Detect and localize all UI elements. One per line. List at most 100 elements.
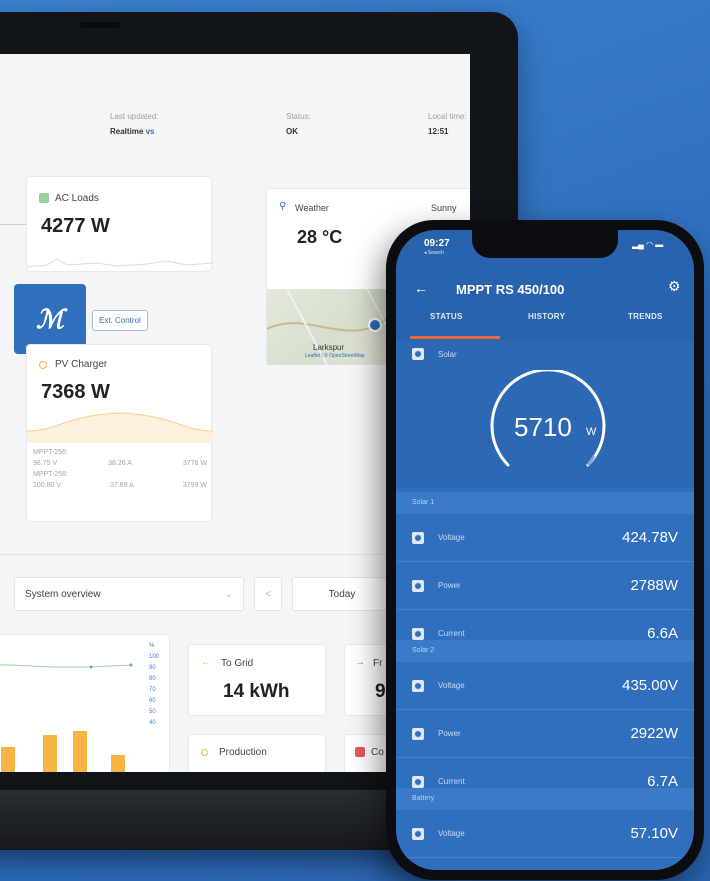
last-updated: Last updated: Realtime vs — [110, 112, 158, 136]
overview-select-value: System overview — [25, 588, 101, 600]
chart-bar — [111, 755, 125, 772]
y-tick: 60 — [149, 698, 156, 704]
settings-gear-icon[interactable]: ⚙ — [668, 278, 681, 295]
from-grid-label: Fr — [373, 658, 383, 669]
mppt-2-current: 37.69 A — [110, 482, 134, 489]
connector-line — [0, 224, 26, 225]
from-grid-value: 9 — [375, 681, 386, 702]
mppt-1-current: 38.26 A — [108, 460, 132, 467]
map-place-label: Larkspur — [313, 343, 345, 352]
date-range-value: Today — [328, 588, 356, 600]
solar-heading: Solar — [396, 340, 694, 368]
mppt-1-voltage: 98.75 V — [33, 460, 58, 467]
row-value: 2788W — [630, 577, 678, 594]
row-label: Current — [438, 777, 465, 786]
sun-icon — [39, 361, 47, 369]
phone-frame: 09:27 ◂ Search ▂▄ ◠ ▬ ← MPPT RS 450/100 … — [386, 220, 704, 880]
date-range-button[interactable]: Today — [292, 577, 392, 611]
system-status: Status: OK — [286, 112, 311, 136]
status-time: 09:27 — [424, 238, 450, 249]
row-label: Current — [438, 629, 465, 638]
power-icon — [412, 727, 424, 740]
mppt-2-row: 100.80 V 37.69 A 3799 W — [33, 482, 207, 493]
row-value: 424.78V — [622, 529, 678, 546]
back-arrow-icon[interactable]: ← — [414, 280, 428, 296]
solar-gauge-panel: Solar 5710 W — [396, 340, 694, 488]
solar2-power-row: Power 2922W — [396, 710, 694, 758]
row-label: Voltage — [438, 829, 465, 838]
last-updated-value: Realtime — [110, 127, 144, 136]
location-pin-icon: ⚲ — [279, 201, 287, 212]
pv-charger-title: PV Charger — [55, 359, 108, 370]
laptop-base — [0, 790, 450, 850]
status-label: Status: — [286, 112, 311, 121]
previous-range-button[interactable]: < — [254, 577, 282, 611]
y-tick: % — [149, 643, 155, 649]
pv-charger-card[interactable]: PV Charger 7368 W MPPT-256: 98.75 V 38.2… — [26, 344, 213, 522]
mppt-2-name: MPPT-258: — [33, 471, 69, 478]
tab-history[interactable]: HISTORY — [528, 312, 565, 321]
row-value: 2922W — [630, 725, 678, 742]
device-title: MPPT RS 450/100 — [456, 282, 565, 297]
mppt-2-voltage: 100.80 V — [33, 482, 62, 489]
voltage-icon — [412, 827, 424, 840]
current-icon — [412, 627, 424, 640]
last-updated-label: Last updated: — [110, 112, 159, 121]
row-label: Voltage — [438, 681, 465, 690]
laptop-camera — [80, 22, 120, 28]
battery-voltage-row: Voltage 57.10V — [396, 810, 694, 858]
row-label: Power — [438, 581, 461, 590]
ext-control-button[interactable]: Ext. Control — [92, 310, 148, 331]
map-attribution[interactable]: Leaflet | © OpenStreetMap — [305, 353, 364, 359]
chevron-left-icon: < — [265, 588, 271, 600]
row-value: 57.10V — [630, 825, 678, 842]
weather-title: Weather — [295, 203, 329, 213]
production-label: Production — [219, 747, 267, 758]
voltage-icon — [412, 679, 424, 692]
chart-bar — [73, 731, 87, 772]
ac-loads-value: 4277 W — [41, 215, 110, 237]
tab-trends[interactable]: TRENDS — [628, 312, 663, 321]
section-solar-2: Solar 2 — [396, 640, 694, 662]
overview-select[interactable]: System overview ⌄ — [14, 577, 244, 611]
ac-loads-icon — [39, 193, 49, 203]
mppt-1-power: 3778 W — [182, 460, 207, 467]
row-value: 435.00V — [622, 677, 678, 694]
y-tick: 50 — [149, 709, 156, 715]
to-grid-tile[interactable]: ← To Grid 14 kWh — [188, 644, 326, 716]
gauge-unit: W — [586, 426, 597, 438]
gauge-value: 5710 — [514, 412, 572, 442]
pv-charger-value: 7368 W — [41, 381, 110, 403]
ac-loads-title: AC Loads — [55, 193, 99, 204]
local-time-value: 12:51 — [428, 127, 449, 136]
section-solar-1: Solar 1 — [396, 492, 694, 514]
chart-bar — [1, 747, 15, 772]
production-tile[interactable]: Production — [188, 734, 326, 772]
solar-panel-icon — [412, 348, 424, 360]
tab-status[interactable]: STATUS — [430, 312, 463, 321]
y-tick: 90 — [149, 665, 156, 671]
ac-loads-sparkline — [27, 258, 213, 268]
row-label: Power — [438, 729, 461, 738]
status-back-link[interactable]: ◂ Search — [424, 250, 444, 256]
energy-chart: % 100 90 80 70 60 50 40 — [0, 634, 170, 772]
status-value: OK — [286, 127, 298, 136]
chart-bar — [43, 735, 57, 772]
arrow-right-icon: → — [355, 657, 365, 668]
power-icon — [412, 579, 424, 592]
current-icon — [412, 775, 424, 788]
to-grid-value: 14 kWh — [223, 681, 290, 702]
y-tick: 40 — [149, 720, 156, 726]
local-time-label: Local time: — [428, 112, 467, 121]
to-grid-label: To Grid — [221, 658, 254, 669]
voltage-icon — [412, 531, 424, 544]
mppt-1-name: MPPT-256: — [33, 449, 69, 456]
ac-loads-card[interactable]: AC Loads 4277 W — [26, 176, 213, 272]
weather-temp: 28 °C — [297, 227, 343, 247]
last-updated-link[interactable]: vs — [146, 127, 155, 136]
active-tab-indicator — [410, 336, 500, 339]
y-tick: 70 — [149, 687, 156, 693]
phone-screen: 09:27 ◂ Search ▂▄ ◠ ▬ ← MPPT RS 450/100 … — [396, 230, 694, 870]
y-tick: 80 — [149, 676, 156, 682]
consumption-label: Co — [371, 747, 384, 758]
